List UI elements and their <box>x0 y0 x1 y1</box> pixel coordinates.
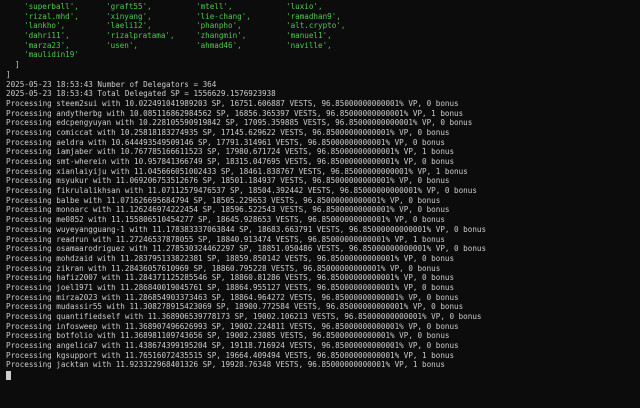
prompt-line[interactable] <box>6 370 636 380</box>
processing-line: Processing osamaarodriguez with 11.27853… <box>6 244 487 254</box>
account-row: 'marza23', 'usen', 'ahmad46', 'naville', <box>6 41 636 51</box>
processing-log: Processing steem2sui with 10.02249104198… <box>6 99 636 370</box>
processing-line: Processing edcpengyuyan with 10.22810559… <box>6 118 473 128</box>
account-name: 'superball', <box>24 2 79 11</box>
processing-line: Processing msyukur with 11.0692067535126… <box>6 176 450 186</box>
account-row: 'lankho', 'laeli12', 'phanpho', 'alt.crypto… <box>6 21 636 31</box>
processing-line: Processing balbe with 11.071626695684794… <box>6 195 441 205</box>
account-name: 'laeli12', <box>106 21 152 31</box>
processing-line: Processing smt-wherein with 10.957841366… <box>6 157 455 166</box>
delegator-account-grid: 'superball','graft55','mtell','luxio','r… <box>6 2 636 60</box>
account-name: 'usen', <box>106 40 139 50</box>
processing-line: Processing jacktan with 11.9233229684013… <box>6 360 445 370</box>
account-name: 'alt.crypto', <box>286 21 346 31</box>
processing-line: Processing kgsupport with 11.76516072435… <box>6 350 455 360</box>
processing-line: Processing monoarc with 11.1262469742224… <box>6 205 450 215</box>
text-cursor <box>6 370 11 380</box>
account-name: 'dahri11', <box>24 31 70 41</box>
processing-line: Processing aeldra with 10.64449354950914… <box>6 137 445 147</box>
account-row: 'maulidin19' <box>6 50 636 60</box>
processing-line: Processing botfolio with 11.368981109743… <box>6 331 450 341</box>
account-name: 'manuel1', <box>286 31 332 41</box>
terminal-output: 'superball','graft55','mtell','luxio','r… <box>6 2 636 408</box>
list-close-outer: ] <box>6 69 11 79</box>
processing-line: Processing zikran with 11.28436057610969… <box>6 263 441 273</box>
account-name: 'xinyang', <box>106 11 152 21</box>
account-name: 'marza23', <box>24 40 70 50</box>
processing-line: Processing angelica7 with 11.43867439919… <box>6 341 459 351</box>
processing-line: Processing mirza2023 with 11.28685490337… <box>6 292 459 302</box>
processing-line: Processing hafiz2007 with 11.28437112528… <box>6 273 455 283</box>
processing-line: Processing readrun with 11.2724653787805… <box>6 234 445 244</box>
account-name: 'rizal.mhd', <box>24 11 79 21</box>
processing-line: Processing xianlaiyiju with 11.045666051… <box>6 166 468 176</box>
account-name: 'naville', <box>286 40 332 50</box>
processing-line: Processing mudassir55 with 11.3082789154… <box>6 302 464 312</box>
processing-line: Processing comiccat with 10.258181832749… <box>6 127 450 137</box>
account-name: 'mtell', <box>196 2 233 11</box>
processing-line: Processing fikrulalikhsan with 11.071125… <box>6 186 477 196</box>
account-name: 'lie-chang', <box>196 11 251 21</box>
processing-line: Processing steem2sui with 10.02249104198… <box>6 98 459 108</box>
processing-line: Processing joel1971 with 11.286840019045… <box>6 282 455 292</box>
account-row: 'rizal.mhd', 'xinyang', 'lie-chang', 'ramad… <box>6 12 636 22</box>
list-close-inner: ] <box>6 60 20 70</box>
processing-line: Processing quantifiedself with 11.368906… <box>6 312 482 321</box>
account-name: 'zhangmin', <box>196 31 247 41</box>
account-name: 'rizalpratama', <box>106 31 175 41</box>
processing-line: Processing mohdzaid with 11.283795133822… <box>6 253 455 263</box>
account-name: 'ahmad46', <box>196 40 242 50</box>
summary-total-sp: 2025-05-23 18:53:43 Total Delegated SP =… <box>6 89 276 99</box>
account-row: 'superball', 'graft55', 'mtell', 'luxio', <box>6 2 636 12</box>
processing-line: Processing iamjaber with 10.767785166611… <box>6 147 455 157</box>
summary-delegators: 2025-05-23 18:53:43 Number of Delegators… <box>6 79 217 89</box>
account-name: 'lankho', <box>24 21 66 31</box>
account-name: 'ramadhan9', <box>286 11 341 21</box>
processing-line: Processing andytherbg with 10.0851168629… <box>6 108 464 118</box>
processing-line: Processing infosweep with 11.36890749662… <box>6 321 459 331</box>
account-name: 'luxio', <box>286 2 323 11</box>
processing-line: Processing me0852 with 11.15580651045427… <box>6 215 445 225</box>
account-row: 'dahri11', 'rizalpratama', 'zhangmin', 'man… <box>6 31 636 41</box>
account-name: 'phanpho', <box>196 21 242 31</box>
account-name: 'graft55', <box>106 2 152 11</box>
account-name: 'maulidin19' <box>24 50 79 60</box>
processing-line: Processing wuyeyangguang-1 with 11.17838… <box>6 224 487 234</box>
